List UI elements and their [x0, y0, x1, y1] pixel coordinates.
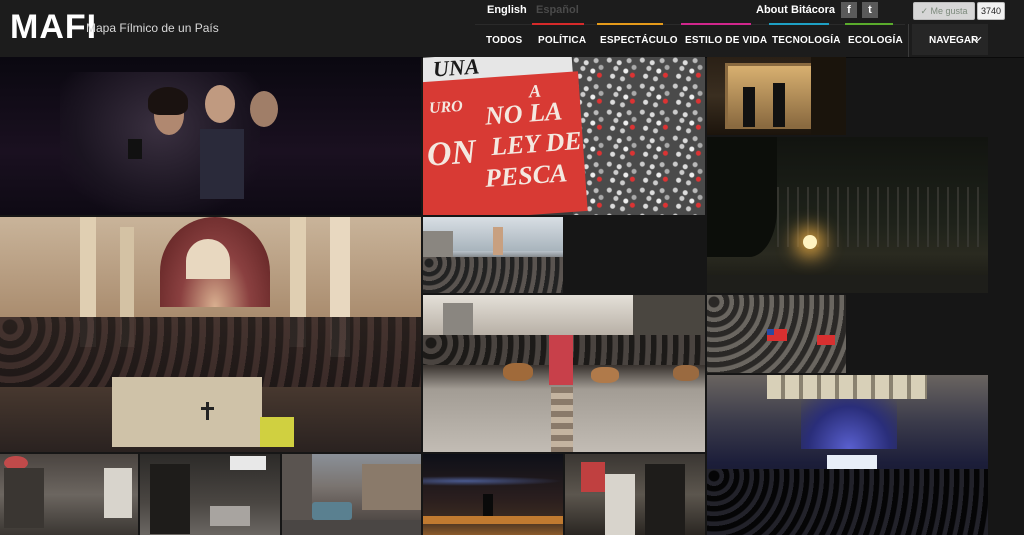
facebook-icon[interactable]: f	[841, 2, 857, 18]
site-header: MAFI Mapa Fílmico de un País English Esp…	[0, 0, 1024, 58]
silhouette	[483, 494, 493, 516]
video-tile-market-crowd[interactable]	[565, 454, 705, 535]
dog	[503, 363, 533, 381]
road-barriers	[551, 387, 573, 452]
distant-lights	[423, 476, 563, 486]
ceiling-lights	[767, 375, 927, 399]
video-tile-press[interactable]	[0, 57, 421, 215]
language-english-link[interactable]: English	[487, 4, 527, 16]
person	[150, 464, 190, 534]
person	[104, 468, 132, 518]
cross-icon	[206, 402, 209, 420]
road	[282, 520, 421, 535]
person	[605, 474, 635, 535]
video-tile-church[interactable]	[0, 217, 421, 452]
nav-ecologia[interactable]: ECOLOGÍA	[848, 35, 903, 46]
ecologia-color-bar	[845, 23, 893, 25]
stage-screen	[827, 455, 877, 469]
video-tile-night[interactable]	[707, 137, 988, 293]
street-crowd	[423, 257, 563, 293]
car	[312, 502, 352, 520]
press-hair	[148, 87, 188, 115]
table	[210, 506, 250, 526]
flag-canton	[767, 329, 774, 335]
ground-glow	[423, 516, 563, 524]
tecnologia-color-bar	[769, 23, 829, 25]
road	[707, 275, 988, 293]
street-light	[803, 235, 817, 249]
video-tile-window[interactable]	[707, 57, 846, 135]
banner-text: LEY DE	[490, 125, 583, 162]
like-button[interactable]: ✓ Me gusta	[913, 2, 975, 20]
tree-silhouette	[707, 137, 777, 257]
person	[645, 464, 685, 535]
cross-icon	[201, 407, 214, 410]
video-tile-dusk[interactable]	[423, 454, 563, 535]
building	[282, 454, 312, 524]
audience	[707, 469, 988, 535]
person	[4, 468, 44, 528]
video-tile-flags[interactable]	[707, 295, 846, 373]
politica-color-bar	[532, 23, 584, 25]
church-window	[186, 239, 230, 279]
about-link[interactable]: About	[756, 4, 788, 16]
red-jacket-person	[549, 335, 573, 385]
language-spanish-link[interactable]: Español	[536, 4, 579, 16]
estilo-de-vida-color-bar	[681, 23, 751, 25]
banner-text: PESCA	[484, 158, 569, 193]
nav-tecnologia[interactable]: TECNOLOGÍA	[772, 35, 841, 46]
like-count: 3740	[977, 2, 1005, 20]
press-face	[250, 91, 278, 127]
bitacora-link[interactable]: Bitácora	[791, 4, 835, 16]
video-tile-street-vendors[interactable]	[0, 454, 138, 535]
flag	[817, 335, 835, 345]
nav-separator	[908, 24, 909, 57]
video-tile-protest[interactable]: UNA URO ON A NO LA LEY DE PESCA	[423, 57, 705, 215]
nav-politica[interactable]: POLÍTICA	[538, 35, 586, 46]
dog	[673, 365, 699, 381]
altar	[112, 377, 262, 447]
dog	[591, 367, 619, 383]
press-face	[205, 85, 235, 123]
silhouette	[743, 87, 755, 127]
crowd-aerial	[573, 57, 705, 215]
building	[423, 231, 453, 257]
banner-text: UNA	[432, 57, 481, 82]
silhouette	[773, 83, 785, 127]
wall-shadow	[811, 57, 846, 135]
nav-todos[interactable]: TODOS	[486, 35, 522, 46]
nav-estilo-de-vida[interactable]: ESTILO DE VIDA	[685, 35, 767, 46]
press-microphone	[128, 139, 142, 159]
video-tile-auditorium[interactable]	[707, 375, 988, 535]
screen	[230, 456, 266, 470]
browse-dropdown[interactable]: NAVEGAR	[912, 24, 988, 55]
video-tile-market[interactable]	[140, 454, 280, 535]
site-logo[interactable]: MAFI	[10, 10, 97, 44]
nav-espectaculo[interactable]: ESPECTÁCULO	[600, 35, 678, 46]
stage-glow	[801, 399, 897, 449]
espectaculo-color-bar	[597, 23, 663, 25]
building	[362, 464, 421, 510]
man-silhouette	[493, 227, 503, 255]
video-tile-dogs[interactable]	[423, 295, 705, 452]
banner-text: NO LA	[484, 96, 564, 131]
twitter-icon[interactable]: t	[862, 2, 878, 18]
banner-text: ON	[425, 133, 478, 174]
press-suit	[200, 129, 244, 199]
video-tile-street-crowd[interactable]	[423, 217, 563, 293]
banner-text: URO	[428, 97, 464, 118]
yellow-bag	[260, 417, 294, 447]
site-tagline: Mapa Fílmico de un País	[86, 21, 219, 35]
person	[581, 462, 605, 492]
video-tile-city-street[interactable]	[282, 454, 421, 535]
